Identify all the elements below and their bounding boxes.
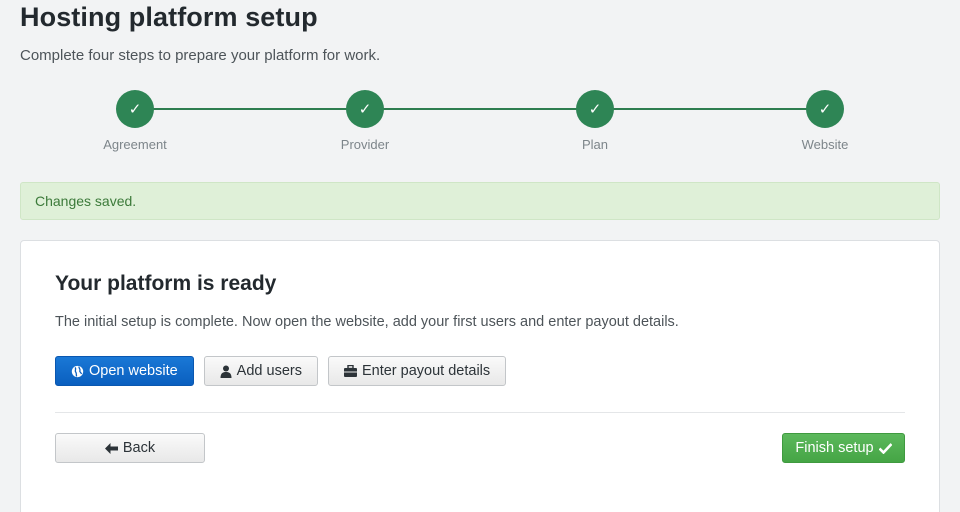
open-website-label: Open website <box>89 363 178 379</box>
finish-setup-button[interactable]: Finish setup <box>782 433 905 463</box>
enter-payout-details-button[interactable]: Enter payout details <box>327 356 507 386</box>
globe-icon <box>71 365 84 378</box>
step-provider[interactable]: ✓ Provider <box>305 90 425 152</box>
user-icon <box>220 365 232 378</box>
add-users-button[interactable]: Add users <box>203 356 318 386</box>
step-complete-check-icon: ✓ <box>116 90 154 128</box>
card-description: The initial setup is complete. Now open … <box>55 314 679 330</box>
stepper-connector-line <box>135 108 825 110</box>
action-buttons: Open website Add users Enter payout deta… <box>55 356 507 386</box>
step-complete-check-icon: ✓ <box>806 90 844 128</box>
checkmark-icon <box>878 442 892 454</box>
setup-page: Hosting platform setup Complete four ste… <box>0 0 960 512</box>
finish-setup-label: Finish setup <box>795 440 874 456</box>
back-button[interactable]: Back <box>55 433 205 463</box>
card-divider <box>55 412 905 413</box>
progress-stepper: ✓ Agreement ✓ Provider ✓ Plan ✓ Website <box>0 90 960 160</box>
success-alert: Changes saved. <box>20 182 940 220</box>
step-website[interactable]: ✓ Website <box>765 90 885 152</box>
enter-payout-details-label: Enter payout details <box>361 363 491 379</box>
step-plan[interactable]: ✓ Plan <box>535 90 655 152</box>
step-label: Website <box>801 137 849 152</box>
ready-card: Your platform is ready The initial setup… <box>20 240 940 512</box>
step-label: Agreement <box>103 137 167 152</box>
page-title: Hosting platform setup <box>20 2 318 32</box>
back-label: Back <box>122 440 156 456</box>
step-agreement[interactable]: ✓ Agreement <box>75 90 195 152</box>
arrow-left-icon <box>104 442 118 454</box>
step-label: Plan <box>581 137 609 152</box>
step-complete-check-icon: ✓ <box>576 90 614 128</box>
add-users-label: Add users <box>236 363 302 379</box>
step-label: Provider <box>340 137 390 152</box>
card-title: Your platform is ready <box>55 272 277 295</box>
open-website-button[interactable]: Open website <box>55 356 194 386</box>
page-subtitle: Complete four steps to prepare your plat… <box>20 47 381 64</box>
step-complete-check-icon: ✓ <box>346 90 384 128</box>
briefcase-icon <box>343 365 357 377</box>
